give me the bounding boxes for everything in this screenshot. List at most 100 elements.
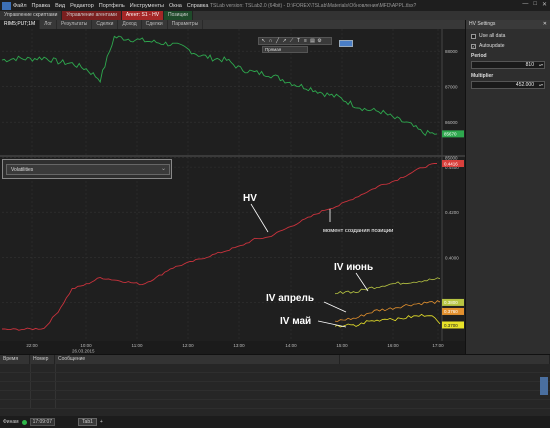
time-axis-date-label: 26.03.2015: [72, 349, 95, 354]
tab-deals[interactable]: Сделки: [142, 20, 168, 29]
chart-area[interactable]: 88000 87000 86000 85000 85670 0.4400 0.4200 0.4…: [0, 29, 465, 354]
settings-title: HV Settings: [469, 21, 496, 27]
time-axis-tick-label: 13:00: [233, 343, 245, 348]
pointer-icon[interactable]: ↖: [261, 38, 266, 44]
log-header: Время Номер Сообщение: [0, 355, 550, 364]
price-axis-tick-label: 87000: [445, 85, 458, 90]
menu-portfolio[interactable]: Портфель: [99, 3, 125, 9]
menu-windows[interactable]: Окна: [169, 3, 182, 9]
log-row[interactable]: [0, 400, 550, 409]
log-col-number[interactable]: Номер: [30, 355, 55, 364]
use-all-data-label: Use all data: [479, 33, 506, 39]
menu-tools[interactable]: Инструменты: [130, 3, 164, 9]
volatility-select-value: Volatilities: [11, 167, 34, 173]
period-input[interactable]: 810 ▴▾: [471, 61, 545, 69]
hv-settings-panel: HV Settings ✕ Use all data ✓ Autoupdate …: [465, 20, 550, 354]
settings-icon[interactable]: ⚙: [317, 38, 322, 44]
multiplier-label: Multiplier: [471, 73, 494, 79]
pin-icon[interactable]: ✕: [543, 21, 547, 28]
time-axis-tick-label: 17:00: [432, 343, 444, 348]
channel-icon[interactable]: ▤: [310, 38, 315, 44]
menu-file[interactable]: Файл: [13, 3, 27, 9]
use-all-data-row[interactable]: Use all data: [466, 29, 550, 39]
tab-results[interactable]: Результаты: [57, 20, 93, 29]
clock: 17:09:07: [29, 418, 56, 426]
tab-trades[interactable]: Сделки: [92, 20, 119, 29]
time-axis-tick-label: 15:00: [336, 343, 348, 348]
window-controls: — □ ✕: [522, 1, 547, 8]
price-axis-tick-label: 88000: [445, 49, 458, 54]
add-workspace-icon[interactable]: +: [100, 419, 103, 425]
connection-mode: Финам: [3, 419, 19, 425]
drawing-toolbar: ↖ ∩ ╱ ↗ ⟋ T ≡ ▤ ⚙: [258, 37, 332, 45]
use-all-data-checkbox[interactable]: [471, 33, 476, 39]
chart-svg: 88000870008600085000856700.44000.42000.4…: [0, 29, 465, 354]
hv-value-marker-label: 0.4416: [444, 161, 458, 166]
workspace-tab[interactable]: Tab1: [78, 418, 97, 426]
multiplier-value: 452.000: [515, 82, 534, 88]
maximize-icon[interactable]: □: [533, 1, 537, 8]
menu-bar: Файл Правка Вид Редактор Портфель Инстру…: [13, 3, 208, 9]
close-icon[interactable]: ✕: [542, 1, 547, 8]
sub-tab-bar: RIM5;PUT;1M Лог Результаты Сделки Доход …: [0, 20, 465, 29]
tab-positions[interactable]: Позиции: [164, 11, 193, 20]
autoupdate-checkbox[interactable]: ✓: [471, 43, 476, 49]
volatility-select[interactable]: Volatilities ⌄: [6, 164, 170, 175]
stepper-icon[interactable]: ▴▾: [539, 82, 543, 88]
autoupdate-row[interactable]: ✓ Autoupdate: [466, 39, 550, 49]
settings-header: HV Settings ✕: [466, 20, 550, 29]
chart-background: [0, 29, 465, 354]
period-value: 810: [525, 62, 534, 68]
price-axis-tick-label: 86000: [445, 120, 458, 125]
menu-editor[interactable]: Редактор: [70, 3, 94, 9]
time-axis-tick-label: 10:00: [80, 343, 92, 348]
log-col-extra: [340, 355, 550, 364]
tab-log[interactable]: Лог: [40, 20, 58, 29]
line-icon[interactable]: ╱: [275, 38, 280, 44]
menu-view[interactable]: Вид: [55, 3, 65, 9]
text-icon[interactable]: T: [296, 38, 301, 44]
tab-scripts[interactable]: Управление скриптами: [0, 11, 63, 20]
fibo-icon[interactable]: ≡: [303, 38, 308, 44]
log-col-time[interactable]: Время: [0, 355, 30, 364]
tab-instrument[interactable]: RIM5;PUT;1M: [0, 20, 41, 29]
iv-april-annotation: IV апрель: [266, 293, 314, 304]
log-panel: Время Номер Сообщение: [0, 354, 550, 416]
log-row[interactable]: [0, 391, 550, 400]
log-row[interactable]: [0, 364, 550, 373]
minimize-icon[interactable]: —: [522, 1, 528, 8]
volatility-panel: Volatilities ⌄: [2, 159, 172, 179]
ray-icon[interactable]: ↗: [282, 38, 287, 44]
tab-income[interactable]: Доход: [118, 20, 142, 29]
price-axis-tick-label: 85000: [445, 156, 458, 161]
color-picker-button[interactable]: [339, 40, 353, 47]
chevron-down-icon: ⌄: [160, 166, 166, 172]
tab-parameters[interactable]: Параметры: [168, 20, 204, 29]
connection-status-icon: [21, 419, 27, 425]
vol-axis-tick-label: 0.4000: [445, 255, 459, 260]
hv-annotation: HV: [243, 193, 257, 204]
magnet-icon[interactable]: ∩: [268, 38, 273, 44]
log-row[interactable]: [0, 373, 550, 382]
iv-may-annotation: IV май: [280, 316, 311, 327]
log-scrollbar[interactable]: [540, 377, 548, 395]
multiplier-input[interactable]: 452.000 ▴▾: [471, 81, 545, 89]
app-icon: [2, 1, 11, 10]
time-axis-tick-label: 11:00: [132, 343, 143, 348]
time-axis-tick-label: 12:00: [182, 343, 194, 348]
vol-axis-tick-label: 0.4200: [445, 210, 459, 215]
position-annotation: момент создания позиции: [323, 228, 393, 234]
line-type-select[interactable]: Прямая: [262, 46, 308, 53]
stepper-icon[interactable]: ▴▾: [539, 62, 543, 68]
iv-june-annotation: IV июнь: [334, 262, 373, 273]
log-col-message[interactable]: Сообщение: [55, 355, 340, 364]
menu-help[interactable]: Справка: [187, 3, 209, 9]
menu-edit[interactable]: Правка: [32, 3, 51, 9]
tab-agent-hv[interactable]: Агент: S1 - HV: [121, 11, 165, 20]
tab-agents[interactable]: Управление агентами: [62, 11, 122, 20]
iv-june-value-marker-label: 0.3800: [444, 300, 458, 305]
price-last-label: 85670: [444, 132, 457, 137]
segment-icon[interactable]: ⟋: [289, 38, 294, 44]
log-row[interactable]: [0, 382, 550, 391]
time-axis-tick-label: 14:00: [285, 343, 297, 348]
